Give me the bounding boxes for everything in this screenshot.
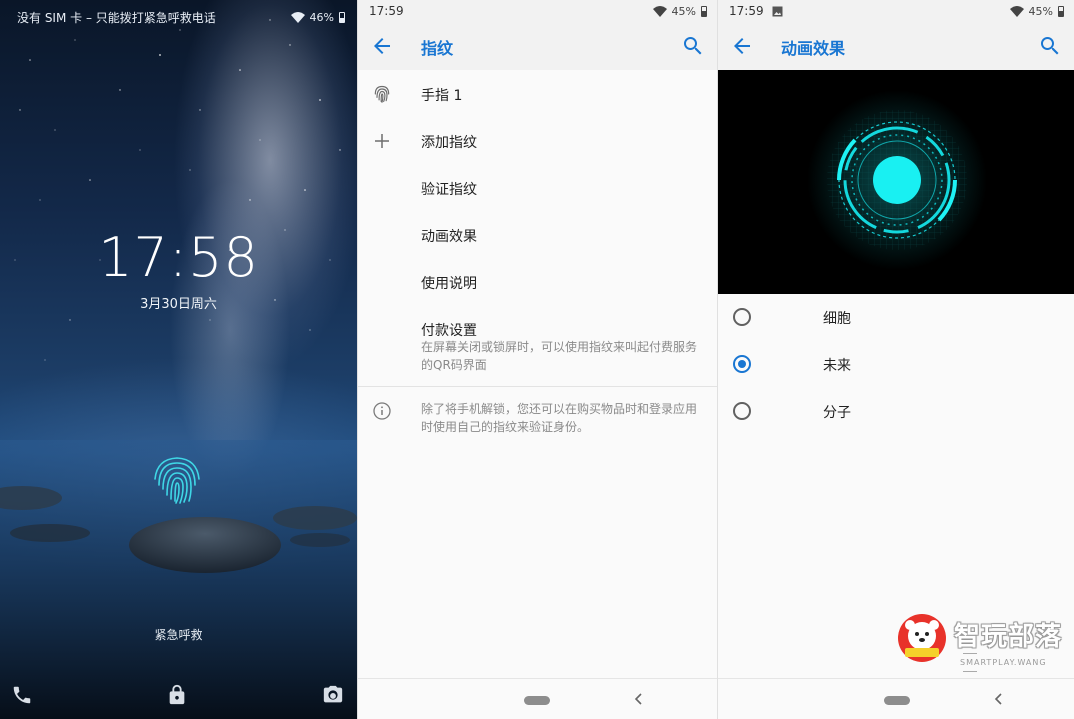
status-bar: 17:59 45%	[718, 0, 1074, 22]
watermark-logo	[898, 614, 946, 662]
status-time: 17:59	[369, 4, 404, 18]
radio-molecule[interactable]	[733, 402, 751, 420]
watermark: 智玩部落 SMARTPLAY.WANG	[896, 612, 1066, 667]
nav-back-icon[interactable]	[992, 691, 1006, 707]
wifi-icon	[1009, 5, 1024, 17]
list-item-instructions[interactable]: 使用说明	[358, 258, 717, 304]
battery-percent: 46%	[309, 11, 334, 24]
lock-date: 3月30日周六	[140, 297, 217, 312]
divider	[358, 386, 717, 387]
list-item-label: 付款设置	[421, 323, 477, 339]
lock-clock: 17:58	[98, 226, 259, 289]
animation-effect-screen: 17:59 45% 动画效果 细胞 未来 分子 智玩部落 SMARTPLAY.W…	[717, 0, 1074, 719]
battery-icon	[339, 12, 345, 23]
fingerprint-icon	[374, 85, 390, 103]
navigation-bar	[358, 678, 717, 719]
app-bar: 指纹	[358, 22, 717, 70]
radio-future-selected[interactable]	[733, 355, 751, 373]
starry-sky-wallpaper	[0, 19, 357, 719]
option-cell[interactable]: 细胞	[718, 298, 1074, 338]
option-label: 细胞	[823, 311, 851, 327]
watermark-sub: SMARTPLAY.WANG	[960, 649, 1066, 676]
fingerprint-sensor-icon[interactable]	[151, 457, 203, 505]
lock-screen: 没有 SIM 卡 – 只能拨打紧急呼救电话 46% 17:58 3月30日周六 …	[0, 0, 357, 719]
option-molecule[interactable]: 分子	[718, 392, 1074, 432]
watermark-text: 智玩部落	[954, 622, 1063, 652]
battery-percent: 45%	[671, 4, 696, 18]
list-item-description: 在屏幕关闭或锁屏时，可以使用指纹来叫起付费服务的QR码界面	[421, 340, 698, 372]
list-item-animation-effect[interactable]: 动画效果	[358, 211, 717, 257]
option-label: 分子	[823, 405, 851, 421]
lock-icon	[169, 684, 185, 705]
list-item-label: 手指 1	[421, 88, 463, 104]
list-item-verify-fingerprint[interactable]: 验证指纹	[358, 164, 717, 210]
back-arrow-icon[interactable]	[370, 34, 394, 58]
list-item-payment-settings[interactable]: 付款设置 在屏幕关闭或锁屏时，可以使用指纹来叫起付费服务的QR码界面	[358, 305, 717, 385]
list-item-label: 使用说明	[421, 276, 477, 292]
wifi-icon	[290, 12, 305, 23]
radio-cell[interactable]	[733, 308, 751, 326]
list-item-add-fingerprint[interactable]: 添加指纹	[358, 117, 717, 163]
fingerprint-settings-screen: 17:59 45% 指纹 手指 1 添加指纹 验证指纹 动画效果 使用说明 付款…	[357, 0, 717, 719]
nav-back-icon[interactable]	[632, 691, 646, 707]
phone-icon[interactable]	[11, 684, 33, 706]
battery-percent: 45%	[1028, 4, 1053, 18]
navigation-bar	[718, 678, 1074, 719]
lock-status-bar: 没有 SIM 卡 – 只能拨打紧急呼救电话 46%	[17, 9, 345, 26]
emergency-call-button[interactable]: 紧急呼救	[0, 626, 357, 643]
list-item-label: 验证指纹	[421, 182, 477, 198]
list-item-finger-1[interactable]: 手指 1	[358, 71, 717, 117]
plus-icon	[375, 134, 389, 148]
info-icon	[373, 402, 391, 420]
option-future[interactable]: 未来	[718, 345, 1074, 385]
list-item-label: 添加指纹	[421, 135, 477, 151]
back-arrow-icon[interactable]	[730, 34, 754, 58]
battery-icon	[701, 5, 707, 17]
search-icon[interactable]	[1038, 34, 1062, 58]
info-footer: 除了将手机解锁，您还可以在购买物品时和登录应用时使用自己的指纹来验证身份。	[358, 388, 717, 448]
info-text: 除了将手机解锁，您还可以在购买物品时和登录应用时使用自己的指纹来验证身份。	[421, 402, 698, 434]
status-bar: 17:59 45%	[358, 0, 717, 22]
wifi-icon	[652, 5, 667, 17]
status-time: 17:59	[729, 4, 764, 18]
list-item-label: 动画效果	[421, 229, 477, 245]
home-pill-button[interactable]	[524, 696, 550, 705]
app-bar: 动画效果	[718, 22, 1074, 70]
sim-status-text: 没有 SIM 卡 – 只能拨打紧急呼救电话	[17, 11, 216, 25]
option-label: 未来	[823, 358, 851, 374]
page-title: 动画效果	[781, 39, 846, 58]
animation-preview	[718, 70, 1074, 294]
home-pill-button[interactable]	[884, 696, 910, 705]
image-notification-icon	[772, 6, 783, 16]
battery-icon	[1058, 5, 1064, 17]
page-title: 指纹	[421, 39, 454, 58]
search-icon[interactable]	[681, 34, 705, 58]
camera-icon[interactable]	[322, 684, 344, 706]
